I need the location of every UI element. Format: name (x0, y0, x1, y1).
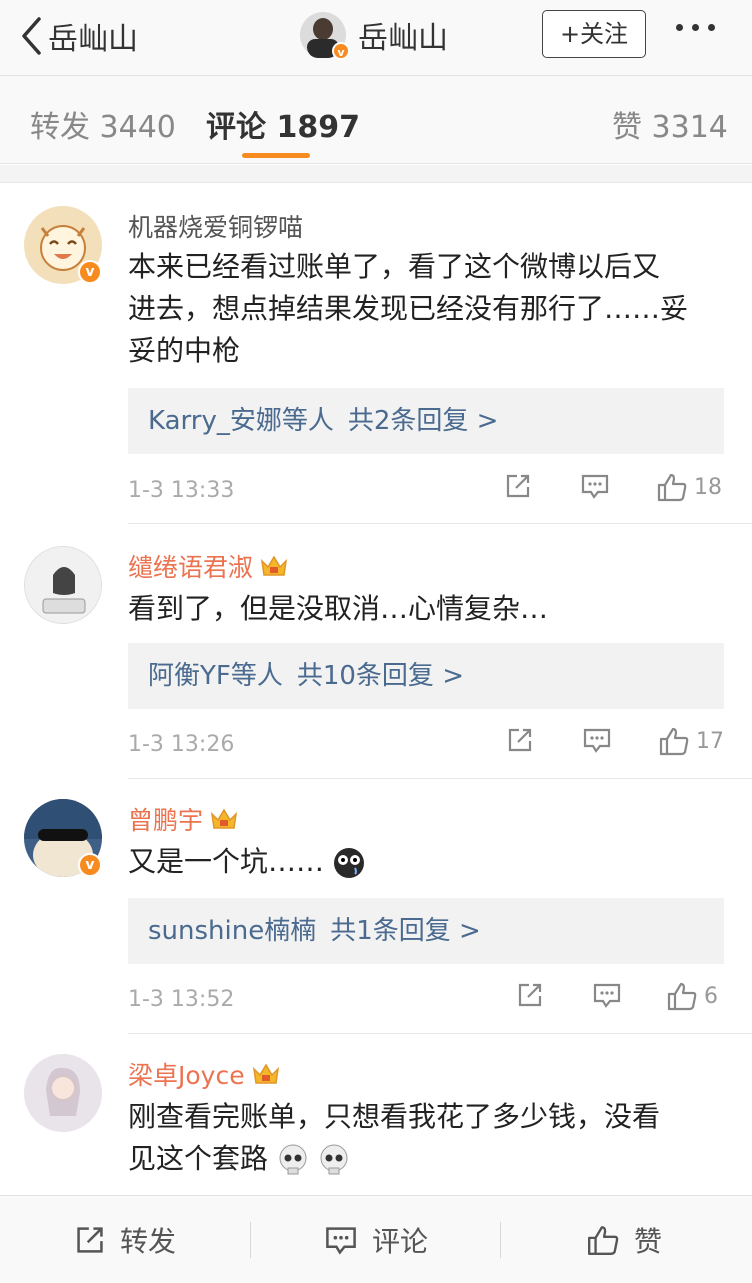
comment-button[interactable]: 评论 (324, 1196, 428, 1283)
comment-username[interactable]: 曾鹏宇 (128, 801, 239, 837)
back-button[interactable]: 岳屾山 (20, 14, 138, 58)
tab-likes[interactable]: 赞 3314 (612, 102, 728, 146)
chevron-left-icon (22, 17, 41, 55)
timestamp: 1-3 13:26 (128, 732, 235, 757)
comment-icon[interactable] (592, 981, 622, 1009)
timestamp: 1-3 13:33 (128, 478, 235, 503)
more-icon[interactable] (676, 24, 715, 31)
like-button[interactable]: 赞 (586, 1196, 662, 1283)
avatar[interactable] (24, 1054, 102, 1132)
share-icon[interactable] (504, 472, 532, 500)
comment-username[interactable]: 梁卓Joyce (128, 1056, 281, 1092)
vip-crown-icon (210, 808, 238, 829)
comment-item: 梁卓Joyce 刚查看完账单，只想看我花了多少钱，没看 见这个套路 (0, 1034, 752, 1195)
like-count: 17 (696, 728, 724, 754)
divider (500, 1222, 501, 1258)
repost-button[interactable]: 转发 (74, 1196, 176, 1283)
vip-crown-icon (252, 1063, 279, 1084)
like-button[interactable]: 6 (666, 981, 718, 1011)
avatar[interactable]: v (24, 799, 102, 877)
comment-username[interactable]: 缱绻语君淑 (128, 548, 289, 584)
header-user[interactable]: v 岳屾山 (300, 12, 448, 60)
page-title: 岳屾山 (358, 21, 448, 56)
like-button[interactable]: 18 (656, 472, 722, 502)
comment-text: 本来已经看过账单了，看了这个微博以后又 进去，想点掉结果发现已经没有那行了……妥… (128, 250, 689, 367)
comment-meta: 1-3 13:26 17 (128, 726, 728, 766)
like-button[interactable]: 17 (658, 726, 724, 756)
timestamp: 1-3 13:52 (128, 987, 235, 1012)
divider (0, 165, 752, 183)
avatar[interactable]: v (300, 12, 350, 60)
comment-icon[interactable] (582, 726, 612, 754)
verified-badge-icon: v (78, 853, 102, 877)
share-icon[interactable] (516, 981, 544, 1009)
replies-preview[interactable]: sunshine楠楠 共1条回复 > (128, 898, 724, 964)
comment-username[interactable]: 机器烧爱铜锣喵 (128, 208, 303, 244)
replies-preview[interactable]: 阿衡YF等人 共10条回复 > (128, 643, 724, 709)
tab-comments[interactable]: 评论 1897 (206, 102, 360, 146)
active-tab-indicator (242, 153, 310, 158)
thumbs-up-icon (657, 473, 687, 502)
comment-item: v 机器烧爱铜锣喵 本来已经看过账单了，看了这个微博以后又 进去，想点掉结果发现… (0, 184, 752, 524)
comment-meta: 1-3 13:33 18 (128, 472, 728, 512)
thumbs-up-icon (588, 1226, 619, 1255)
thumbs-up-icon (659, 727, 689, 756)
comment-item: v 曾鹏宇 又是一个坑…… sunshine楠楠 共1条回复 > 1-3 13:5… (0, 779, 752, 1034)
divider (250, 1222, 251, 1258)
like-count: 18 (694, 474, 722, 500)
vip-crown-icon (260, 555, 288, 576)
top-nav-bar: 岳屾山 v 岳屾山 +关注 (0, 0, 752, 76)
back-label: 岳屾山 (48, 22, 138, 57)
comment-item: 缱绻语君淑 看到了，但是没取消…心情复杂… 阿衡YF等人 共10条回复 > 1-3… (0, 524, 752, 779)
verified-badge-icon: v (332, 42, 350, 60)
verified-badge-icon: v (78, 260, 102, 284)
comment-icon (326, 1227, 356, 1255)
replies-preview[interactable]: Karry_安娜等人 共2条回复 > (128, 388, 724, 454)
comment-meta: 1-3 13:52 6 (128, 981, 728, 1021)
avatar[interactable] (24, 546, 102, 624)
share-icon (77, 1227, 103, 1253)
comment-text: 看到了，但是没取消…心情复杂… (128, 592, 549, 625)
avatar[interactable]: v (24, 206, 102, 284)
comment-text: 刚查看完账单，只想看我花了多少钱，没看 见这个套路 (128, 1100, 661, 1175)
tab-repost[interactable]: 转发 3440 (30, 102, 176, 146)
comment-text: 又是一个坑…… (128, 841, 728, 883)
share-icon[interactable] (506, 726, 534, 754)
thumbs-up-icon (667, 982, 697, 1011)
skull-emoji-icon (279, 1144, 307, 1175)
like-count: 6 (704, 983, 718, 1009)
comment-icon[interactable] (580, 472, 610, 500)
dumbstruck-emoji-icon (333, 848, 364, 878)
tab-bar: 转发 3440 评论 1897 赞 3314 (0, 76, 752, 164)
follow-button[interactable]: +关注 (542, 10, 646, 58)
bottom-action-bar: 转发 评论 赞 (0, 1195, 752, 1283)
skull-emoji-icon (320, 1144, 348, 1175)
